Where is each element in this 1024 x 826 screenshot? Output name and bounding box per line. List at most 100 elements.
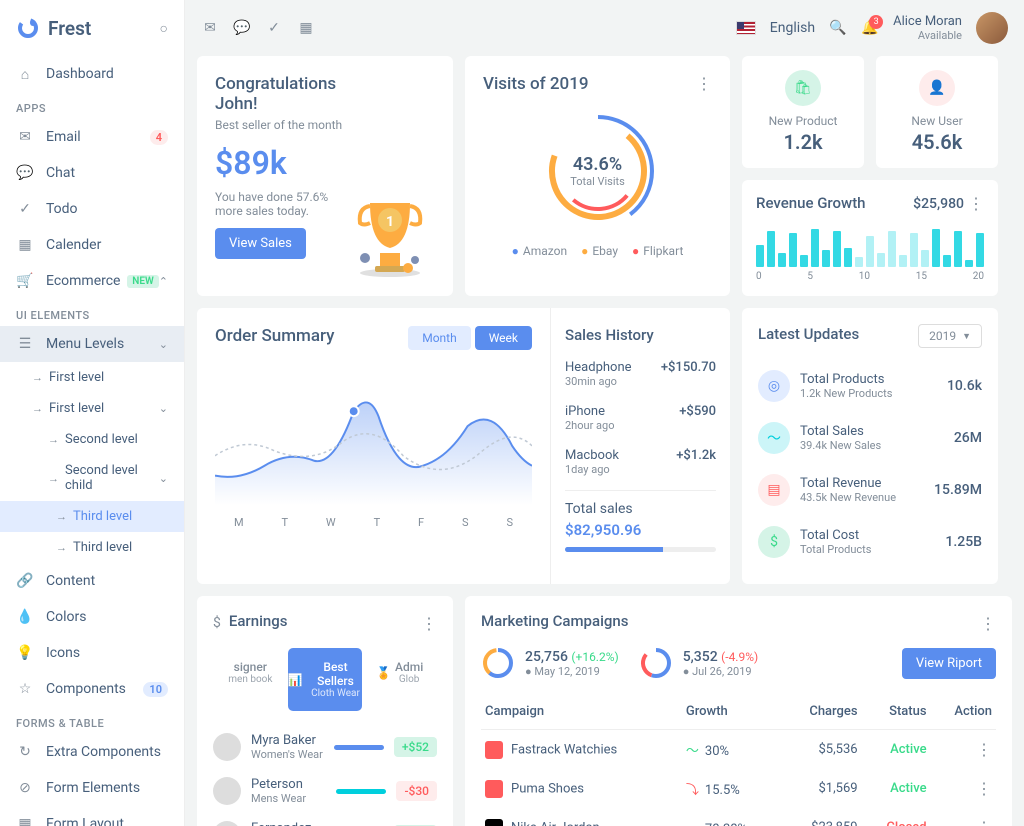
trend-icon: ⤵ [686,783,699,798]
message-icon[interactable]: 💬 [233,19,251,37]
nav-second-level-child[interactable]: →Second level child⌄ [0,455,184,501]
nav-content[interactable]: 🔗Content [0,563,184,599]
star-icon: ☆ [16,680,34,698]
col-growth: Growth [682,694,781,730]
tab-designer[interactable]: signermen book [213,648,288,711]
earnings-title: Earnings [229,612,288,630]
earnings-tabs: signermen book 📊Best SellersCloth Wear 🏅… [213,648,437,711]
check-icon: ✓ [16,200,34,218]
calendar-icon[interactable]: ▦ [297,19,315,37]
updates-title: Latest Updates [758,325,859,343]
brand-text: Frest [48,17,91,40]
mail-icon: ✉ [16,128,34,146]
nav-first-level-2[interactable]: →First level⌄ [0,393,184,424]
table-row: Nike Air Jordan〜70.30%$23,859Closed⋮ [481,808,996,826]
language-label[interactable]: English [770,20,815,36]
order-card: Order Summary Month Week MTWTFSS [197,308,730,584]
bulb-icon: 💡 [16,644,34,662]
refresh-icon: ↻ [16,743,34,761]
nav-colors[interactable]: 💧Colors [0,599,184,635]
more-icon[interactable]: ⋮ [696,74,712,98]
bag-icon: 🛍 [785,70,821,106]
more-icon[interactable]: ⋮ [968,194,984,213]
nav-extra[interactable]: ↻Extra Components [0,734,184,770]
drop-icon: 💧 [16,608,34,626]
user-name: Alice Moran [893,14,962,29]
col-charges: Charges [781,694,862,730]
nav-second-level[interactable]: →Second level [0,424,184,455]
brand-icon [485,780,503,798]
todo-icon[interactable]: ✓ [265,19,283,37]
seller-row: FernandezKids Wear+$85 [213,813,437,826]
mail-icon[interactable]: ✉ [201,19,219,37]
row-actions-icon[interactable]: ⋮ [976,818,992,826]
nav-dashboard[interactable]: ⌂ Dashboard [0,56,184,92]
nav-calender[interactable]: ▦ Calender [0,227,184,263]
marketing-stat-1: 25,756 (+16.2%) ● May 12, 2019 [481,646,619,680]
col-action: Action [931,694,996,730]
revenue-axis: 05101520 [756,271,984,282]
tab-week[interactable]: Week [475,326,532,350]
marketing-stat-2: 5,352 (-4.9%) ● Jul 26, 2019 [639,646,759,680]
tab-best-sellers[interactable]: 📊Best SellersCloth Wear [288,648,363,711]
avatar[interactable] [976,12,1008,44]
total-sales-value: $82,950.96 [565,521,716,539]
mini-donut-icon [639,646,673,680]
bell-icon[interactable]: 🔔3 [861,19,879,37]
nav-components[interactable]: ☆Components10 [0,671,184,707]
col-campaign: Campaign [481,694,682,730]
cart-icon: 🛒 [16,272,34,290]
sale-item: Macbook1day ago+$1.2k [565,440,716,484]
tab-admin[interactable]: 🏅AdmiGlob [362,648,437,711]
mini-donut-icon [481,646,515,680]
check-circle-icon: ⊘ [16,779,34,797]
new-badge: NEW [127,275,159,288]
view-sales-button[interactable]: View Sales [215,228,306,259]
user-info[interactable]: Alice Moran Available [893,14,962,42]
brand: Frest ○ [0,0,184,56]
congrats-desc: You have done 57.6% more sales today. [215,190,335,218]
view-report-button[interactable]: View Riport [902,648,996,679]
row-actions-icon[interactable]: ⋮ [976,740,992,759]
mini-bar [334,745,384,750]
nav-form-layout[interactable]: ▦Form Layout [0,806,184,826]
more-icon[interactable]: ⋮ [980,614,996,633]
sales-history-title: Sales History [565,326,716,344]
nav-icons[interactable]: 💡Icons [0,635,184,671]
nav-third-level-2[interactable]: →Third level [0,532,184,563]
year-select[interactable]: 2019▼ [918,324,982,348]
calendar-icon: ▦ [16,236,34,254]
visits-pct: 43.6% [570,154,625,175]
col-status: Status [862,694,931,730]
revenue-bars [756,225,984,267]
stat-new-user: 👤 New User 45.6k [876,56,998,168]
nav-email[interactable]: ✉ Email 4 [0,119,184,155]
chat-icon: 💬 [16,164,34,182]
earnings-card: $ Earnings ⋮ signermen book 📊Best Seller… [197,596,453,826]
search-icon[interactable]: 🔍 [829,19,847,37]
more-icon[interactable]: ⋮ [421,614,437,633]
brand-icon [485,741,503,759]
chevron-up-icon: ⌃ [159,275,168,288]
campaigns-table: Campaign Growth Charges Status Action Fa… [481,694,996,826]
nav-form-elements[interactable]: ⊘Form Elements [0,770,184,806]
update-item: $Total CostTotal Products1.25B [758,516,982,568]
collapse-icon[interactable]: ○ [160,20,168,37]
update-item: ◎Total Products1.2k New Products10.6k [758,360,982,412]
tab-month[interactable]: Month [408,326,470,350]
congrats-title: Congratulations John! [215,74,345,114]
email-badge: 4 [150,130,168,145]
svg-text:1: 1 [386,214,394,230]
nav-third-level-1[interactable]: →Third level [0,501,184,532]
earnings-pill: +$52 [394,737,437,757]
nav-first-level-1[interactable]: →First level [0,362,184,393]
main-content: ✉ 💬 ✓ ▦ English 🔍 🔔3 Alice Moran Availab… [185,0,1024,826]
revenue-card: Revenue Growth $25,980 ⋮ 05101520 [742,180,998,296]
nav-ecommerce[interactable]: 🛒 Ecommerce NEW ⌃ [0,263,184,299]
nav-chat[interactable]: 💬 Chat [0,155,184,191]
marketing-card: Marketing Campaigns ⋮ 25,756 (+16.2%) ● … [465,596,1012,826]
congrats-subtitle: Best seller of the month [215,118,345,132]
nav-todo[interactable]: ✓ Todo [0,191,184,227]
nav-menu-levels[interactable]: ☰ Menu Levels ⌄ [0,326,184,362]
row-actions-icon[interactable]: ⋮ [976,779,992,798]
